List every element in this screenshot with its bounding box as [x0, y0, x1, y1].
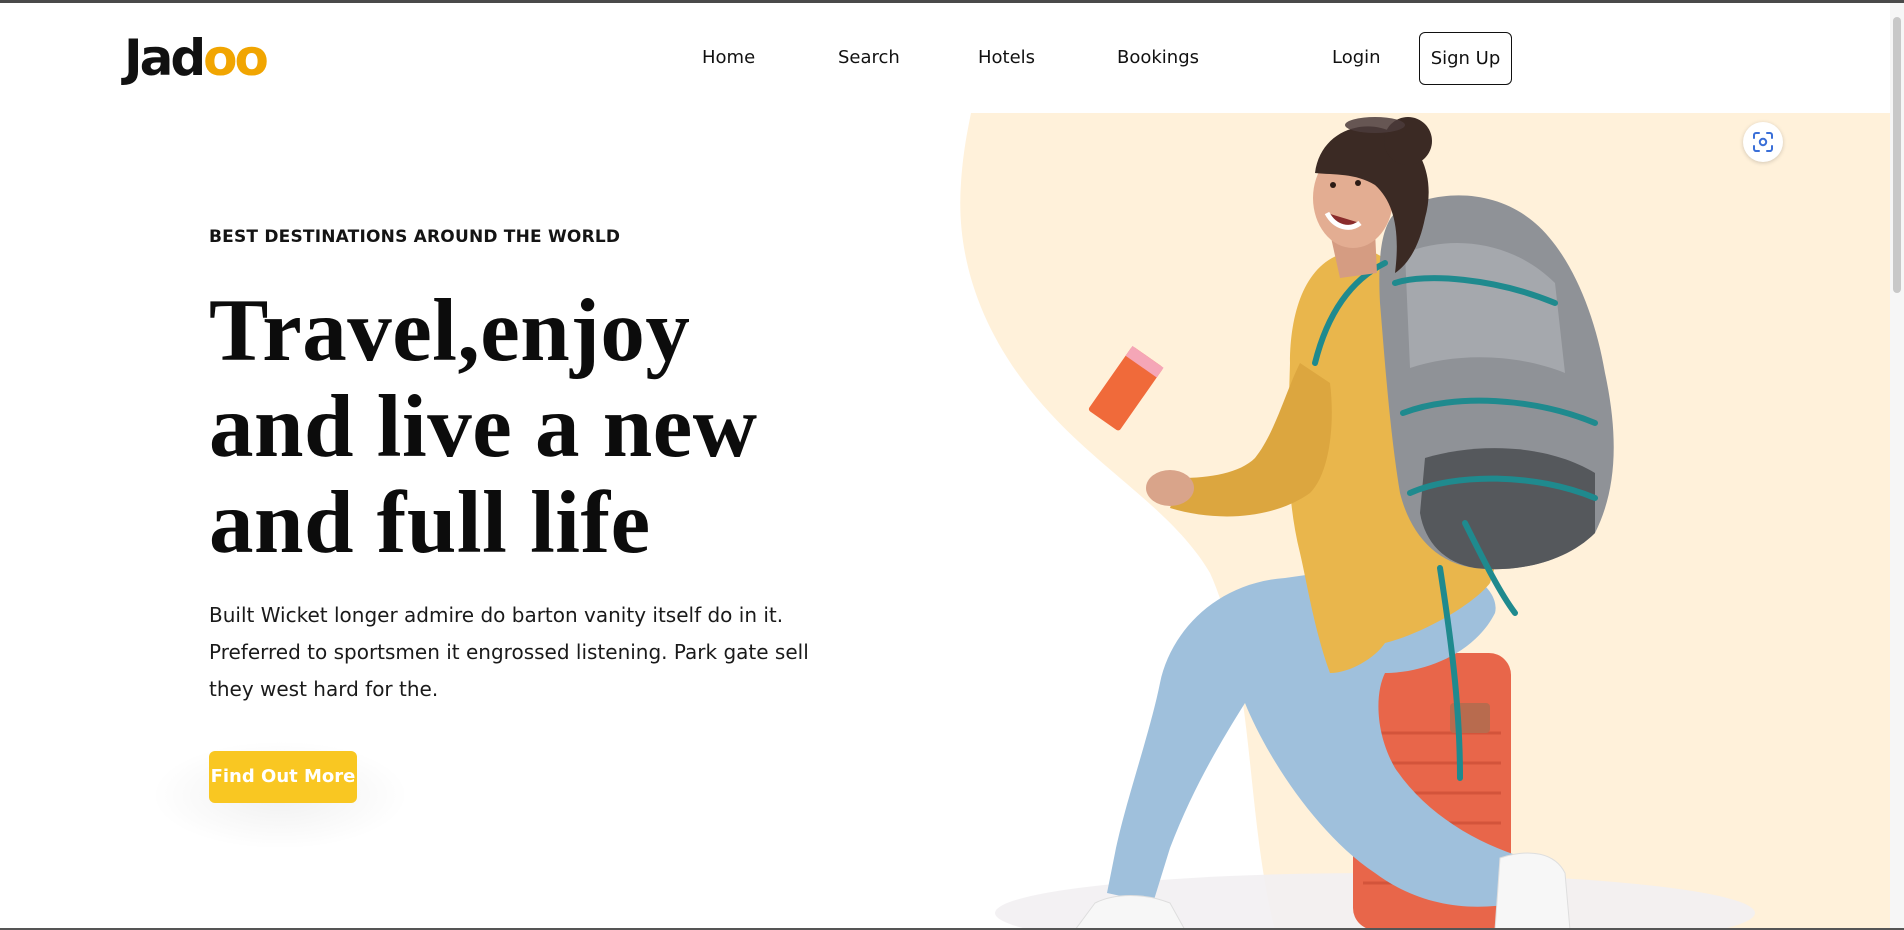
brand-name-main: Jad: [124, 29, 206, 87]
page-scrollbar[interactable]: [1890, 3, 1904, 928]
scan-icon: [1753, 132, 1773, 152]
description-line-2: Preferred to sportsmen it engrossed list…: [209, 640, 809, 664]
nav-search-link[interactable]: Search: [838, 46, 900, 70]
headline-line-1: Travel,enjoy: [209, 282, 691, 380]
hand: [1146, 470, 1194, 506]
brand-logo[interactable]: Jadoo: [124, 28, 269, 88]
headline-line-2: and live a new: [209, 378, 758, 476]
find-out-more-button[interactable]: Find Out More: [209, 751, 357, 803]
description-line-1: Built Wicket longer admire do barton van…: [209, 603, 784, 627]
login-link[interactable]: Login: [1332, 46, 1381, 70]
hero-headline: Travel,enjoy and live a new and full lif…: [209, 283, 849, 571]
nav-hotels-link[interactable]: Hotels: [978, 46, 1035, 70]
visual-search-button[interactable]: [1743, 122, 1783, 162]
traveler-with-backpack-illustration: [960, 113, 1890, 930]
nav-bookings-link[interactable]: Bookings: [1117, 46, 1199, 70]
signup-button[interactable]: Sign Up: [1419, 32, 1512, 85]
brand-name-accent: oo: [203, 29, 269, 87]
description-line-3: they west hard for the.: [209, 677, 439, 701]
sunglasses: [1345, 117, 1405, 133]
scrollbar-thumb[interactable]: [1893, 17, 1901, 293]
hero-eyebrow: BEST DESTINATIONS AROUND THE WORLD: [209, 227, 621, 247]
headline-line-3: and full life: [209, 474, 651, 572]
hero-description: Built Wicket longer admire do barton van…: [209, 597, 849, 708]
right-shoe: [1494, 852, 1571, 930]
window-top-border: [0, 0, 1904, 3]
nav-home-link[interactable]: Home: [702, 46, 755, 70]
